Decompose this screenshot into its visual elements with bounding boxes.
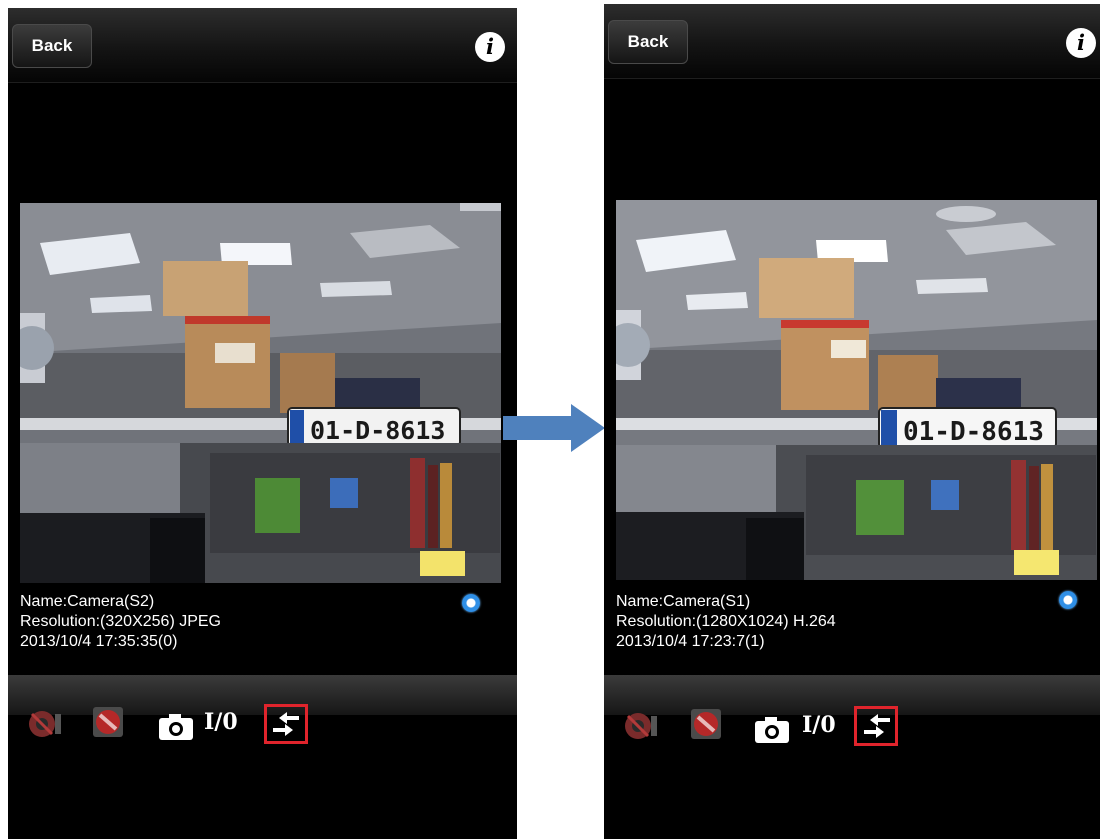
status-indicator-icon[interactable] bbox=[462, 594, 480, 612]
camera-snapshot-icon[interactable] bbox=[754, 716, 790, 744]
toolbar-background bbox=[604, 675, 1100, 715]
io-button[interactable]: I/0 bbox=[802, 712, 836, 738]
license-plate-text: 01-D-8613 bbox=[903, 417, 1044, 447]
navigation-bar: Back i bbox=[8, 8, 517, 83]
camera-name: Name:Camera(S1) bbox=[616, 593, 751, 610]
screen-left: Back i 01-D-8613 Name:Camera(S2) Resolut… bbox=[8, 8, 517, 839]
right-arrow-icon bbox=[503, 404, 605, 452]
camera-resolution: Resolution:(320X256) JPEG bbox=[20, 613, 221, 630]
camera-info: Name:Camera(S2) Resolution:(320X256) JPE… bbox=[20, 592, 221, 652]
toolbar-background bbox=[8, 675, 517, 715]
info-icon[interactable]: i bbox=[475, 32, 505, 62]
back-button[interactable]: Back bbox=[12, 24, 92, 68]
swap-stream-icon[interactable] bbox=[862, 714, 892, 738]
back-button[interactable]: Back bbox=[608, 20, 688, 64]
stop-disabled-icon[interactable] bbox=[92, 706, 124, 738]
screen-right: Back i 01-D-8613 Name:Camera(S1) Resolut… bbox=[604, 4, 1100, 839]
navigation-bar: Back i bbox=[604, 4, 1100, 79]
camera-snapshot-icon[interactable] bbox=[158, 713, 194, 741]
camera-resolution: Resolution:(1280X1024) H.264 bbox=[616, 613, 836, 630]
status-indicator-icon[interactable] bbox=[1059, 591, 1077, 609]
camera-info: Name:Camera(S1) Resolution:(1280X1024) H… bbox=[616, 592, 836, 652]
stop-disabled-icon[interactable] bbox=[690, 708, 722, 740]
ptz-disabled-icon[interactable] bbox=[624, 710, 660, 742]
camera-video-feed[interactable]: 01-D-8613 bbox=[20, 203, 501, 583]
io-button[interactable]: I/0 bbox=[204, 709, 238, 735]
license-plate-text: 01-D-8613 bbox=[310, 416, 445, 445]
camera-video-feed[interactable]: 01-D-8613 bbox=[616, 200, 1097, 580]
ptz-disabled-icon[interactable] bbox=[28, 708, 64, 740]
info-icon[interactable]: i bbox=[1066, 28, 1096, 58]
camera-name: Name:Camera(S2) bbox=[20, 593, 155, 610]
camera-timestamp: 2013/10/4 17:35:35(0) bbox=[20, 633, 178, 650]
swap-stream-icon[interactable] bbox=[271, 712, 301, 736]
camera-timestamp: 2013/10/4 17:23:7(1) bbox=[616, 633, 765, 650]
